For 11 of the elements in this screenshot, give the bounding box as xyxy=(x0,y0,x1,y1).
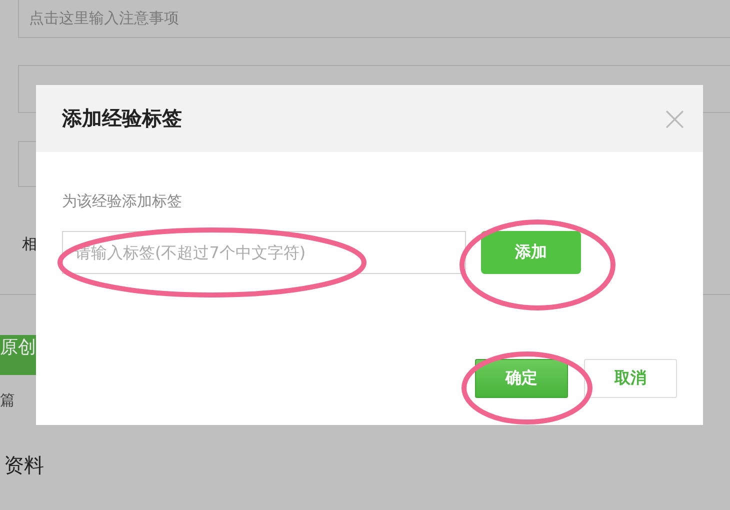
dialog-title: 添加经验标签 xyxy=(62,105,182,132)
field-label: 相 xyxy=(22,235,37,254)
original-button[interactable]: 原创 xyxy=(0,335,36,375)
add-button[interactable]: 添加 xyxy=(481,231,581,274)
confirm-button[interactable]: 确定 xyxy=(475,359,568,398)
count-text: 篇 xyxy=(0,391,16,410)
notes-field[interactable]: 点击这里输入注意事项 xyxy=(18,0,730,38)
cancel-button[interactable]: 取消 xyxy=(584,359,677,398)
prompt-text: 为该经验添加标签 xyxy=(62,192,183,211)
close-button[interactable]: × xyxy=(660,102,689,136)
section-title: 资料 xyxy=(4,452,45,479)
